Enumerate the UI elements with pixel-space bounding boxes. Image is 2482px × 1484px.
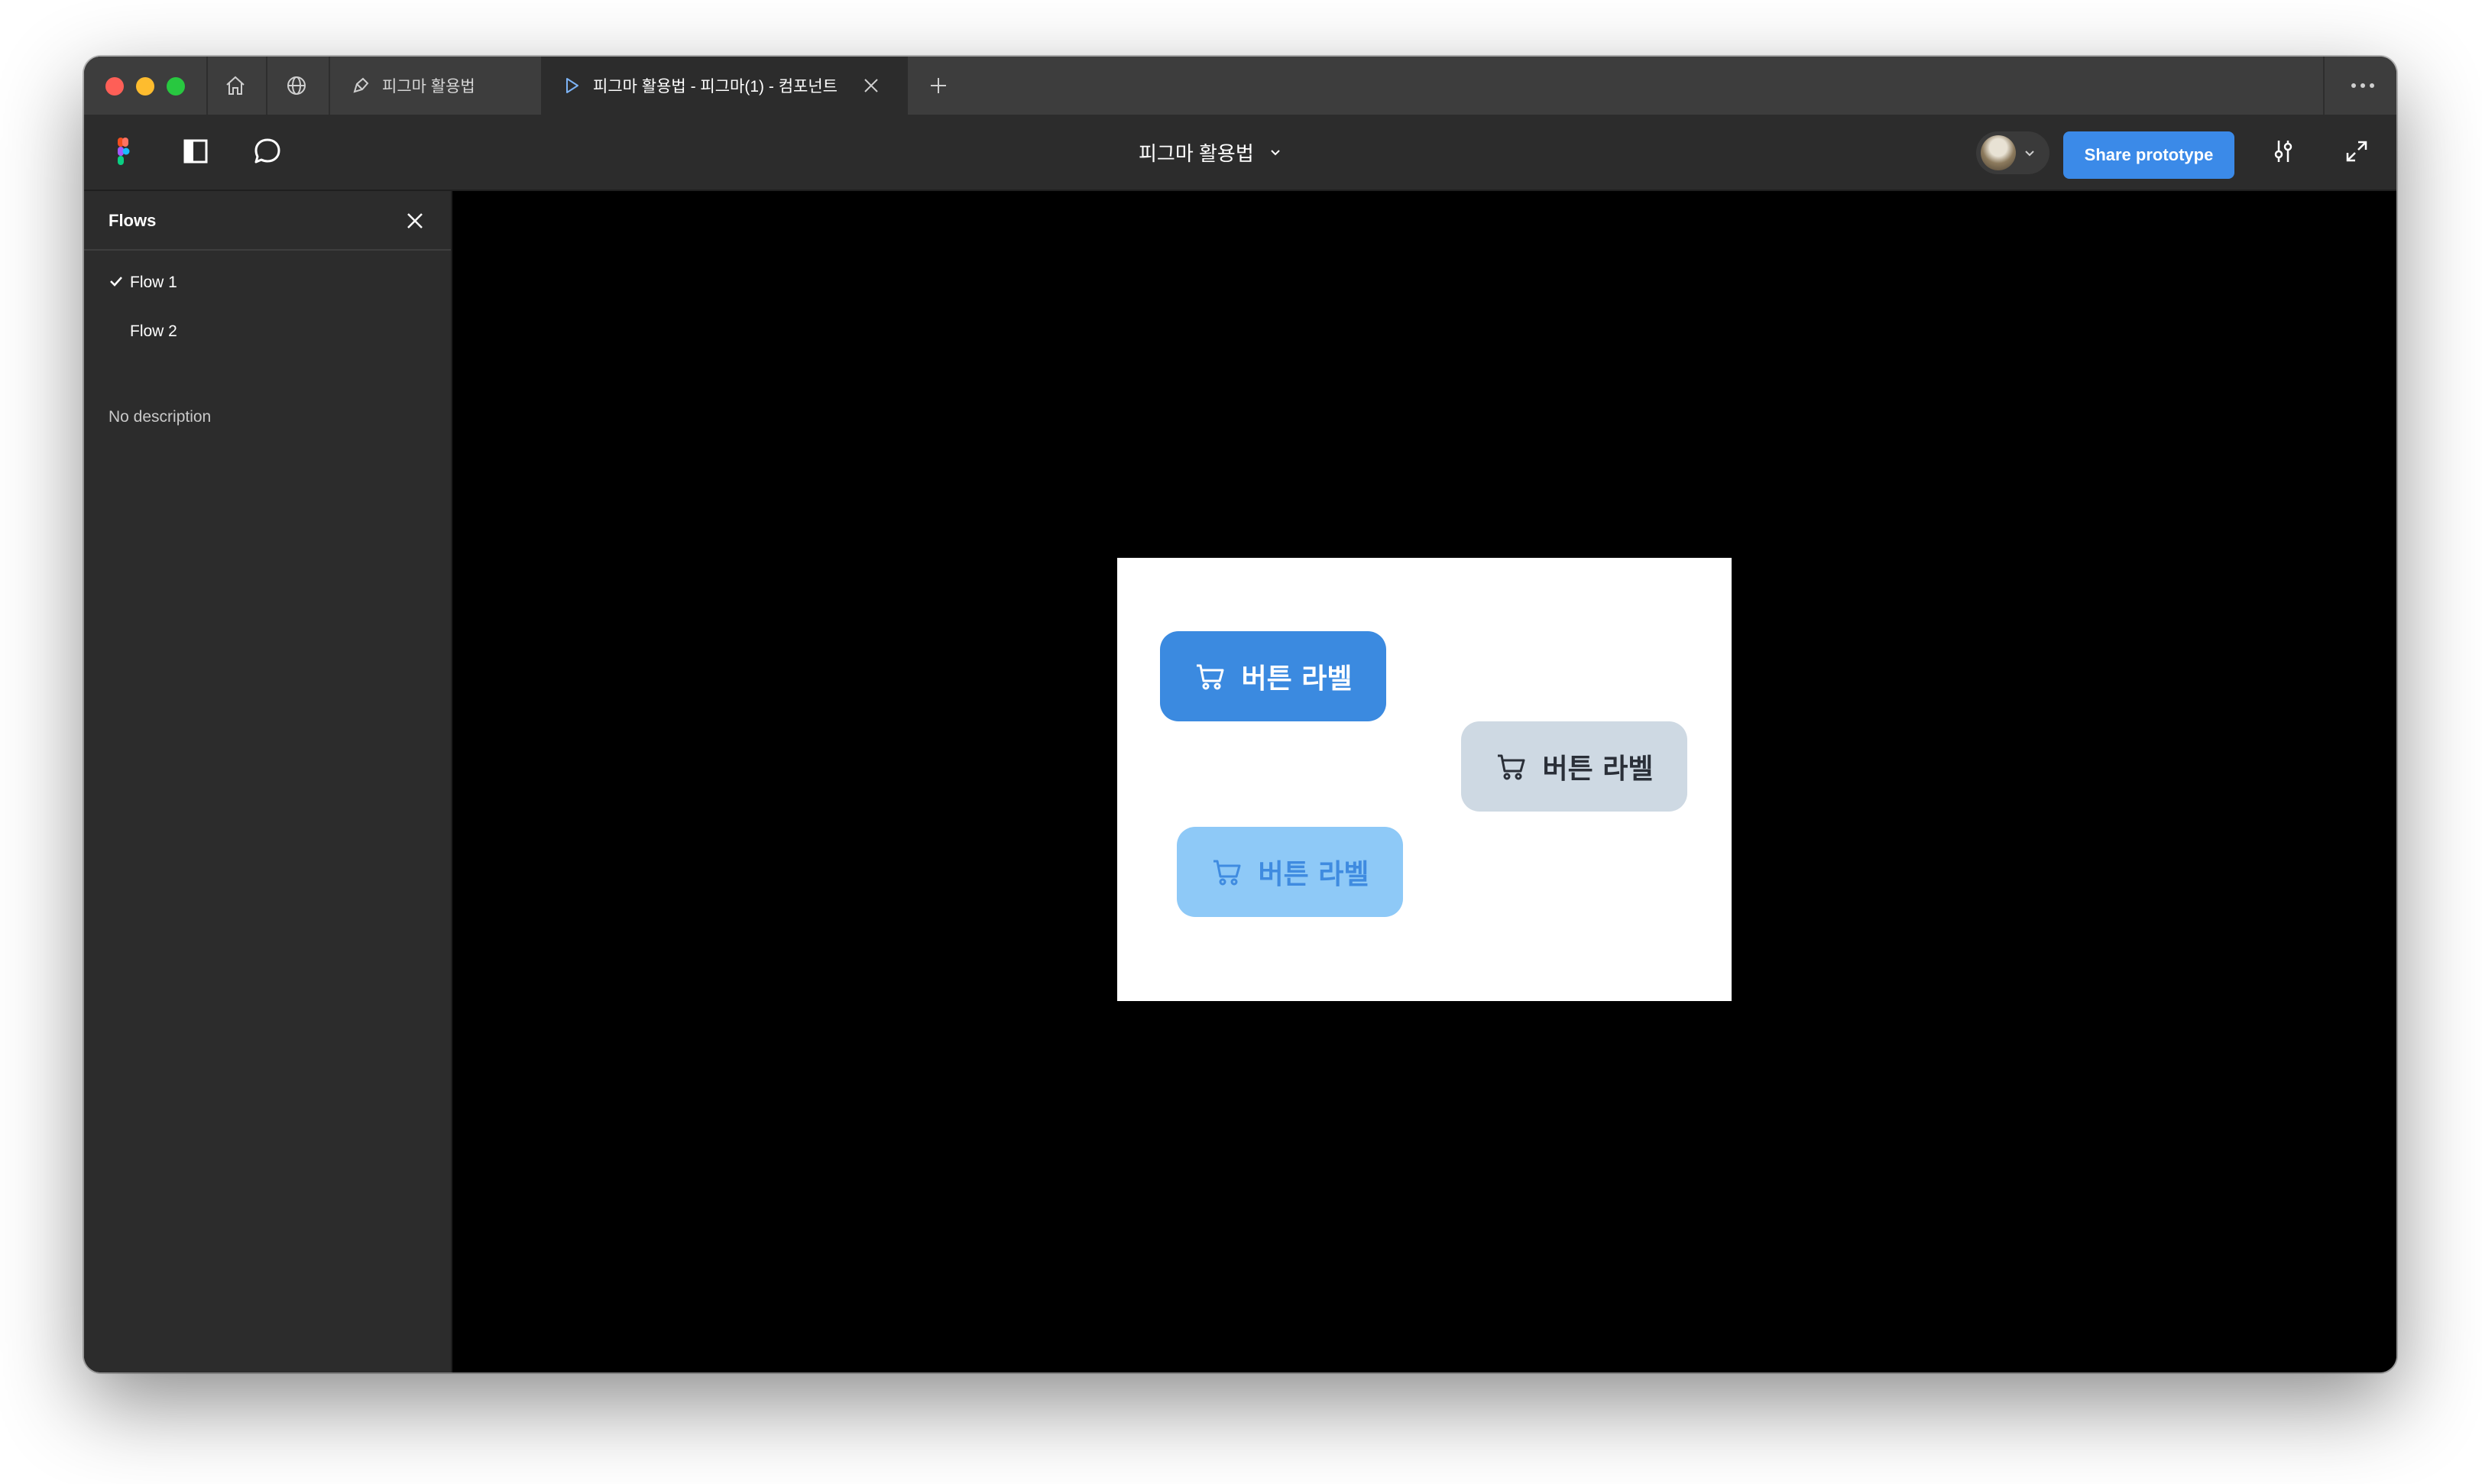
tab-bar: 피그마 활용법 피그마 활용법 - 피그마(1) - 컴포넌트 bbox=[84, 57, 2396, 116]
figma-logo-icon[interactable] bbox=[105, 133, 142, 170]
chevron-down-icon bbox=[1271, 150, 1280, 156]
chevron-down-icon bbox=[2025, 151, 2034, 157]
settings-sliders-icon[interactable] bbox=[2265, 133, 2302, 170]
flow-item-label: Flow 1 bbox=[130, 274, 177, 291]
tab-prototype[interactable]: 피그마 활용법 - 피그마(1) - 컴포넌트 bbox=[541, 57, 908, 115]
prototype-canvas: 버튼 라벨 버튼 라벨 버튼 라벨 bbox=[452, 191, 2396, 1372]
cart-icon bbox=[1498, 754, 1525, 780]
user-menu[interactable] bbox=[1976, 131, 2049, 174]
file-title: 피그마 활용법 bbox=[1139, 141, 1254, 165]
prototype-frame: 버튼 라벨 버튼 라벨 버튼 라벨 bbox=[1117, 558, 1732, 1001]
new-tab-icon[interactable] bbox=[926, 73, 951, 98]
tab-divider bbox=[2323, 57, 2325, 115]
tab-label: 피그마 활용법 bbox=[382, 78, 475, 96]
cart-button-primary[interactable]: 버튼 라벨 bbox=[1160, 631, 1386, 721]
cart-icon bbox=[1213, 860, 1241, 886]
home-icon[interactable] bbox=[223, 73, 248, 98]
flows-panel-title: Flows bbox=[109, 211, 157, 230]
tab-label: 피그마 활용법 - 피그마(1) - 컴포넌트 bbox=[593, 78, 838, 96]
flow-item-1[interactable]: Flow 1 bbox=[84, 263, 451, 303]
button-label: 버튼 라벨 bbox=[1241, 663, 1353, 695]
button-label: 버튼 라벨 bbox=[1542, 753, 1654, 785]
fullscreen-icon[interactable] bbox=[2338, 133, 2375, 170]
minimize-window-button[interactable] bbox=[136, 77, 154, 96]
flow-item-label: Flow 2 bbox=[130, 322, 177, 340]
flows-panel-header: Flows bbox=[84, 191, 451, 251]
checkmark-icon bbox=[110, 277, 122, 287]
tab-divider bbox=[266, 57, 267, 115]
flows-panel: Flows Flow 1 Flow 2 No description bbox=[84, 191, 452, 1372]
sidebar-toggle-icon[interactable] bbox=[177, 133, 214, 170]
button-label: 버튼 라벨 bbox=[1258, 859, 1369, 890]
comment-icon[interactable] bbox=[249, 133, 286, 170]
tab-divider bbox=[206, 57, 208, 115]
avatar bbox=[1981, 135, 2016, 170]
flow-description: No description bbox=[109, 408, 212, 426]
close-window-button[interactable] bbox=[105, 77, 124, 96]
figma-file-icon bbox=[353, 77, 369, 93]
share-prototype-button[interactable]: Share prototype bbox=[2063, 131, 2234, 179]
close-icon[interactable] bbox=[403, 209, 426, 232]
app-window: 피그마 활용법 피그마 활용법 - 피그마(1) - 컴포넌트 피그마 활용법 … bbox=[84, 57, 2396, 1372]
globe-icon[interactable] bbox=[284, 73, 309, 98]
cart-button-secondary[interactable]: 버튼 라벨 bbox=[1461, 721, 1687, 812]
flow-item-2[interactable]: Flow 2 bbox=[84, 312, 451, 352]
close-tab-icon[interactable] bbox=[860, 75, 882, 96]
file-title-menu[interactable]: 피그마 활용법 bbox=[1139, 115, 1283, 190]
cart-icon bbox=[1197, 664, 1224, 690]
more-options-icon[interactable] bbox=[2348, 73, 2378, 98]
cart-button-disabled[interactable]: 버튼 라벨 bbox=[1177, 827, 1403, 917]
prototype-toolbar: 피그마 활용법 Share prototype bbox=[84, 115, 2396, 191]
play-icon bbox=[566, 78, 578, 93]
maximize-window-button[interactable] bbox=[167, 77, 185, 96]
